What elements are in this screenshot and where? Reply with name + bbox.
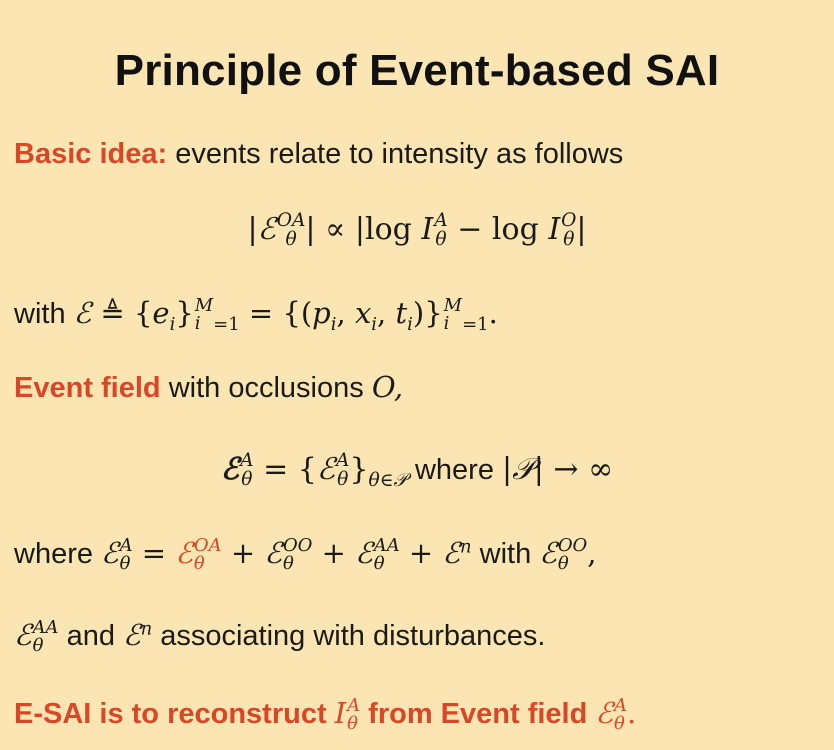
equation-1: |ℰ OA θ | ∝ |log IAθ − log I Oθ | (0, 212, 834, 250)
disturbance-text-b: associating with disturbances. (152, 620, 546, 652)
where-math-c: ℰ OO θ, (539, 535, 597, 574)
conclusion-text-a: E-SAI is to reconstruct (14, 698, 335, 730)
where-math-a: ℰAθ = (101, 535, 176, 574)
where-prefix: where (14, 538, 102, 570)
conclusion-math-b: ℰAθ. (595, 695, 637, 734)
disturbance-text-a: and (58, 620, 124, 652)
with-line: with ℰ ≜ {ei} Mi =1 = {(pi, xi, ti)} Mi =1. (14, 296, 498, 335)
equation-2: ℰAθ = {ℰ Aθ}θ∈𝒫 where |𝒫| → ∞ (0, 452, 834, 490)
slide-title: Principle of Event-based SAI (114, 46, 720, 95)
slide: Principle of Event-based SAI Basic idea:… (0, 0, 834, 750)
conclusion-text-b: from Event field (360, 698, 596, 730)
with-prefix: with (14, 298, 74, 330)
disturbance-math-b: ℰn (123, 618, 153, 652)
basic-idea-label: Basic idea: (14, 138, 168, 170)
occlusion-symbol: O, (371, 370, 404, 404)
equation-2-where: where (406, 454, 503, 486)
where-line: where ℰAθ = ℰ OA θ + ℰ OO θ + ℰ AA θ + ℰn with… (14, 536, 597, 573)
with-math: ℰ ≜ {ei} Mi =1 = {(pi, xi, ti)} Mi =1. (73, 295, 498, 336)
disturbance-math-a: ℰ AA θ (14, 617, 59, 656)
event-field-label: Event field (14, 372, 161, 404)
basic-idea-text: events relate to intensity as follows (167, 138, 624, 170)
where-math-red: ℰ OA θ (175, 535, 222, 574)
equation-2-lhs: ℰAθ = {ℰ Aθ}θ∈𝒫 (220, 450, 407, 491)
where-suffix: with (471, 538, 540, 570)
event-field-text: with occlusions (160, 372, 372, 404)
basic-idea-line: Basic idea: events relate to intensity a… (14, 138, 623, 171)
equation-2-rhs: |𝒫| → ∞ (502, 452, 614, 487)
disturbance-line: ℰ AA θ and ℰn associating with disturbance… (14, 618, 545, 655)
equation-1-text: |ℰ OA θ | ∝ |log IAθ − log I Oθ | (247, 210, 587, 250)
where-math-b: + ℰ OO θ + ℰ AA θ + ℰn (221, 535, 472, 574)
event-field-line: Event field with occlusions O, (14, 370, 403, 405)
conclusion-line: E-SAI is to reconstruct IAθ from Event f… (14, 696, 636, 733)
conclusion-math-a: IAθ (334, 695, 361, 734)
